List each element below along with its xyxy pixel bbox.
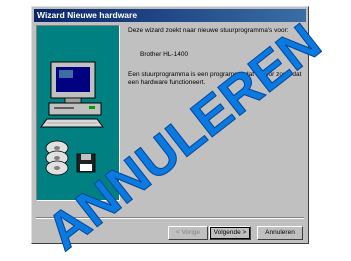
next-button[interactable]: Volgende > [209, 226, 251, 240]
cancel-button[interactable]: Annuleren [257, 226, 303, 240]
description-text: Een stuurprogramma is een programma dat … [128, 71, 302, 86]
floppy-disk-icon [76, 153, 96, 173]
back-button[interactable]: < Vorige [168, 226, 208, 240]
cd-disc-icon [45, 140, 69, 176]
button-separator [36, 217, 304, 219]
wizard-illustration [40, 61, 104, 176]
computer-icon [40, 61, 104, 128]
intro-text: Deze wizard zoekt naar nieuwe stuurprogr… [128, 27, 289, 34]
screenshot-page: Wizard Nieuwe hardware Deze wizard zoekt… [0, 0, 351, 261]
window-title: Wizard Nieuwe hardware [37, 10, 138, 20]
hardware-wizard-dialog: Wizard Nieuwe hardware Deze wizard zoekt… [31, 6, 309, 244]
title-bar: Wizard Nieuwe hardware [34, 9, 306, 22]
device-name: Brother HL-1400 [140, 51, 189, 58]
wizard-illustration-panel [36, 25, 120, 201]
